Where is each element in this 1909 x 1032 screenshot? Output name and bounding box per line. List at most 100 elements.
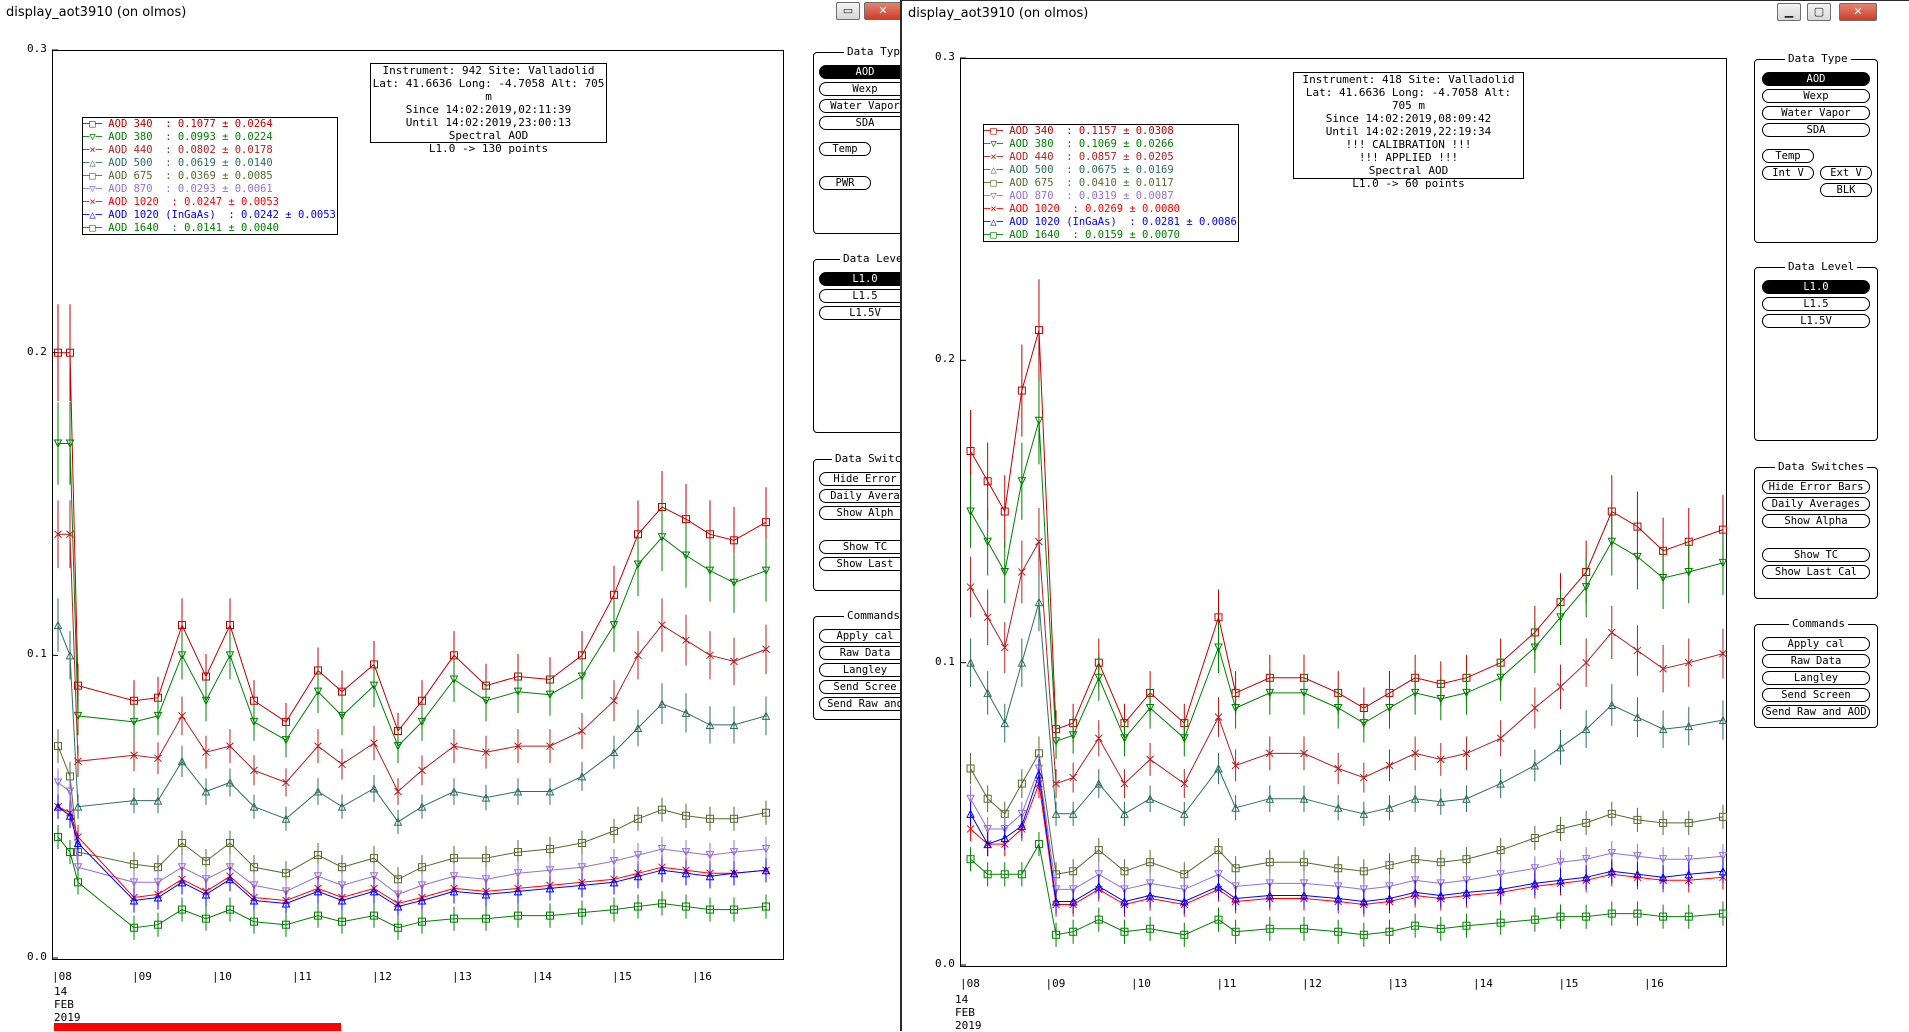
left-x-sub-month: FEB xyxy=(54,998,74,1011)
legend-label: AOD 340 : 0.1077 ± 0.0264 xyxy=(108,118,273,130)
right-l10-button[interactable]: L1.0 xyxy=(1762,280,1870,294)
left-show-alpha-button[interactable]: Show Alph xyxy=(819,506,911,520)
legend-marker-icon: ─□─ xyxy=(83,222,109,234)
left-sda-button[interactable]: SDA xyxy=(819,116,911,130)
right-aod-button[interactable]: AOD xyxy=(1762,72,1870,86)
legend-entry: ─□─ AOD 340 : 0.1077 ± 0.0264 xyxy=(83,118,337,131)
legend-label: AOD 440 : 0.0857 ± 0.0205 xyxy=(1009,151,1174,163)
right-x-sub-day: 14 xyxy=(955,993,969,1006)
legend-label: AOD 1020 : 0.0269 ± 0.0080 xyxy=(1009,203,1180,215)
right-x-sub-month: FEB xyxy=(955,1006,975,1019)
right-data-type-title: Data Type xyxy=(1785,52,1851,65)
right-sda-button[interactable]: SDA xyxy=(1762,123,1870,137)
right-show-alpha-button[interactable]: Show Alpha xyxy=(1762,514,1870,528)
right-wexp-button[interactable]: Wexp xyxy=(1762,89,1870,103)
right-legend: ─□─ AOD 340 : 0.1157 ± 0.0308 ─▽─ AOD 380… xyxy=(983,124,1239,242)
right-x-sub-year: 2019 xyxy=(955,1019,982,1032)
left-send-screen-button[interactable]: Send Scree xyxy=(819,680,911,694)
legend-entry: ─×─ AOD 440 : 0.0802 ± 0.0178 xyxy=(83,144,337,157)
right-show-tc-button[interactable]: Show TC xyxy=(1762,548,1870,562)
left-show-tc-button[interactable]: Show TC xyxy=(819,540,911,554)
info-line: Instrument: 418 Site: Valladolid xyxy=(1302,73,1515,86)
y-tick-label: 0.3 xyxy=(27,42,47,55)
info-line: !!! APPLIED !!! xyxy=(1358,151,1459,164)
legend-entry: ─×─ AOD 1020 : 0.0269 ± 0.0080 xyxy=(984,203,1238,216)
info-line: L1.0 -> 60 points xyxy=(1352,177,1465,190)
legend-label: AOD 380 : 0.1069 ± 0.0266 xyxy=(1009,138,1174,150)
legend-label: AOD 675 : 0.0369 ± 0.0085 xyxy=(108,170,273,182)
legend-marker-icon: ─×─ xyxy=(984,203,1010,215)
left-wexp-button[interactable]: Wexp xyxy=(819,82,911,96)
series-line xyxy=(970,774,1723,903)
x-tick-label: |13 xyxy=(1387,977,1408,990)
left-switches-title: Data Switc xyxy=(832,452,905,465)
left-show-last-button[interactable]: Show Last xyxy=(819,557,911,571)
series-aod-340 xyxy=(966,279,1727,749)
left-hide-error-button[interactable]: Hide Error xyxy=(819,472,911,486)
left-x-sub-day: 14 xyxy=(54,985,68,998)
left-l10-button[interactable]: L1.0 xyxy=(819,272,911,286)
legend-marker-icon: ─×─ xyxy=(984,151,1010,163)
series-aod-870 xyxy=(53,768,771,907)
legend-label: AOD 500 : 0.0619 ± 0.0140 xyxy=(108,157,273,169)
y-tick-label: 0.2 xyxy=(27,344,47,358)
info-line: Spectral AOD xyxy=(448,129,529,142)
x-tick-label: |15 xyxy=(612,970,632,983)
left-l15v-button[interactable]: L1.5V xyxy=(819,306,911,320)
left-langley-button[interactable]: Langley xyxy=(819,663,911,677)
info-line: !!! CALIBRATION !!! xyxy=(1345,138,1472,151)
right-send-screen-button[interactable]: Send Screen xyxy=(1762,688,1870,702)
right-temp-button[interactable]: Temp xyxy=(1762,149,1814,163)
legend-marker-icon: ─□─ xyxy=(984,177,1010,189)
info-line: Instrument: 942 Site: Valladolid xyxy=(382,64,595,77)
left-apply-cal-button[interactable]: Apply cal xyxy=(819,629,911,643)
right-water-vapor-button[interactable]: Water Vapor xyxy=(1762,106,1870,120)
left-aod-button[interactable]: AOD xyxy=(819,65,911,79)
legend-entry: ─×─ AOD 1020 : 0.0247 ± 0.0053 xyxy=(83,196,337,209)
x-tick-label: |08 xyxy=(52,970,72,983)
x-tick-label: |11 xyxy=(1216,977,1237,990)
legend-entry: ─□─ AOD 340 : 0.1157 ± 0.0308 xyxy=(984,125,1238,138)
y-tick-label: 0.1 xyxy=(935,654,955,668)
legend-label: AOD 1640 : 0.0141 ± 0.0040 xyxy=(108,222,279,234)
legend-entry: ─▽─ AOD 380 : 0.1069 ± 0.0266 xyxy=(984,138,1238,151)
right-apply-cal-button[interactable]: Apply cal xyxy=(1762,637,1870,651)
legend-marker-icon: ─□─ xyxy=(984,229,1010,241)
right-switches-title: Data Switches xyxy=(1775,460,1868,473)
left-send-raw-button[interactable]: Send Raw and xyxy=(819,697,911,711)
legend-marker-icon: ─×─ xyxy=(83,196,109,208)
legend-entry: ─□─ AOD 675 : 0.0410 ± 0.0117 xyxy=(984,177,1238,190)
right-daily-averages-button[interactable]: Daily Averages xyxy=(1762,497,1870,511)
right-hide-error-bars-button[interactable]: Hide Error Bars xyxy=(1762,480,1870,494)
x-tick-label: |10 xyxy=(1131,977,1151,990)
series-line xyxy=(57,806,767,908)
right-raw-data-button[interactable]: Raw Data xyxy=(1762,654,1870,668)
right-ext-v-button[interactable]: Ext V xyxy=(1820,166,1872,180)
right-show-last-cal-button[interactable]: Show Last Cal xyxy=(1762,565,1870,579)
right-l15-button[interactable]: L1.5 xyxy=(1762,297,1870,311)
legend-marker-icon: ─▽─ xyxy=(83,131,109,143)
right-l15v-button[interactable]: L1.5V xyxy=(1762,314,1870,328)
left-pwr-button[interactable]: PWR xyxy=(819,176,871,190)
series-aod-440 xyxy=(966,507,1727,799)
right-blk-button[interactable]: BLK xyxy=(1820,183,1872,197)
legend-label: AOD 1020 (InGaAs) : 0.0281 ± 0.0086 xyxy=(1009,216,1237,228)
series-aod-1020-ingaas- xyxy=(966,759,1728,914)
x-tick-label: |12 xyxy=(1302,977,1322,990)
left-l15-button[interactable]: L1.5 xyxy=(819,289,911,303)
series-aod-1020 xyxy=(966,769,1727,917)
legend-marker-icon: ─▽─ xyxy=(984,138,1010,150)
legend-entry: ─▽─ AOD 380 : 0.0993 ± 0.0224 xyxy=(83,131,337,144)
series-aod-870 xyxy=(966,752,1728,902)
right-send-raw-aod-button[interactable]: Send Raw and AOD xyxy=(1762,705,1870,719)
series-line xyxy=(970,540,1724,785)
left-raw-data-button[interactable]: Raw Data xyxy=(819,646,911,660)
left-daily-averages-button[interactable]: Daily Avera xyxy=(819,489,911,503)
info-line: L1.0 -> 130 points xyxy=(428,142,549,155)
right-info-box: Instrument: 418 Site: Valladolid Lat: 41.… xyxy=(1293,72,1524,190)
left-water-vapor-button[interactable]: Water Vapor xyxy=(819,99,911,113)
right-int-v-button[interactable]: Int V xyxy=(1762,166,1814,180)
left-temp-button[interactable]: Temp xyxy=(819,142,871,156)
y-tick-label: 0.0 xyxy=(27,950,47,963)
right-langley-button[interactable]: Langley xyxy=(1762,671,1870,685)
